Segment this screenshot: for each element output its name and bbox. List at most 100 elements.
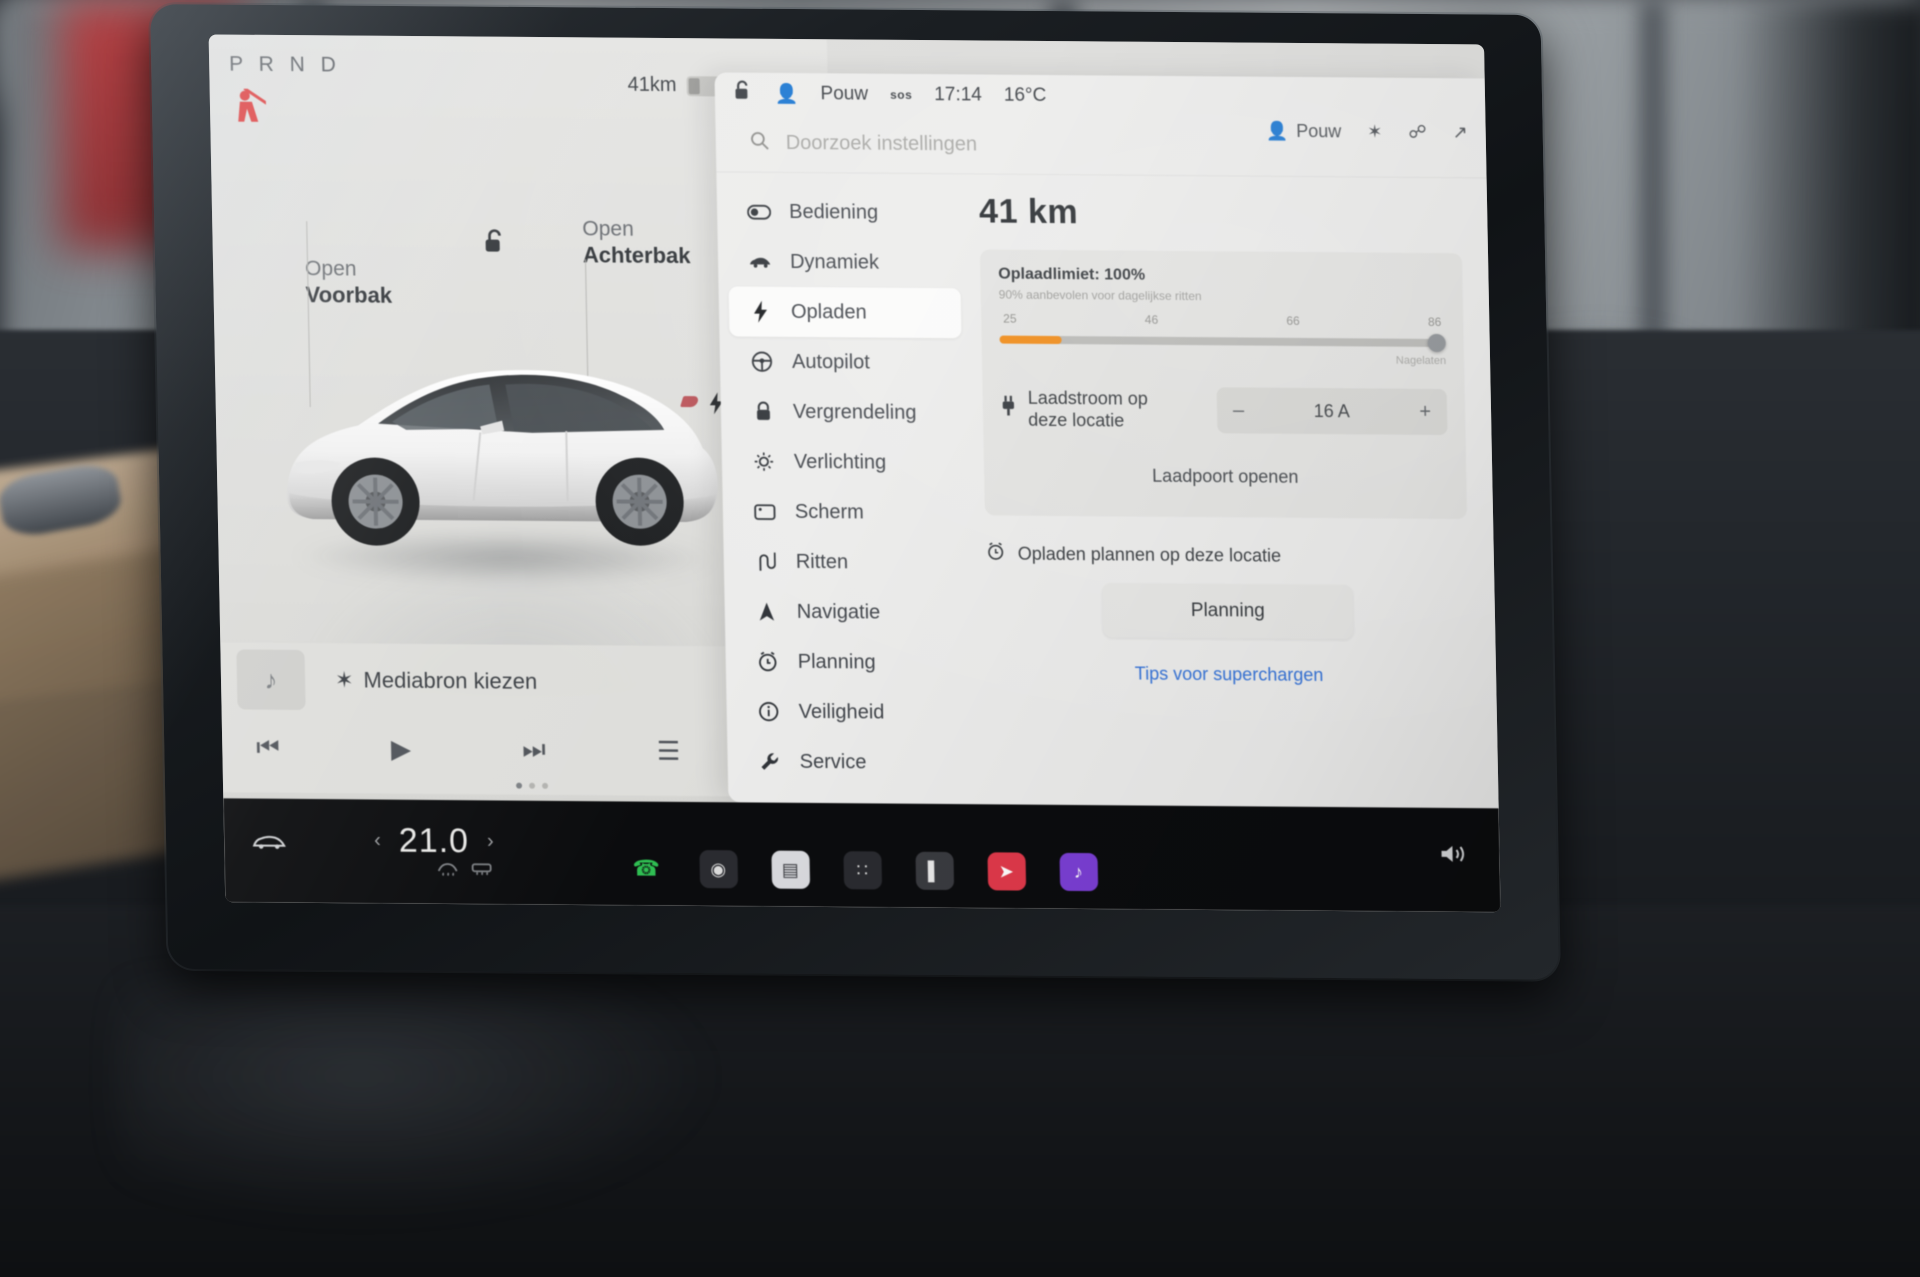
toggle-switch-icon (747, 204, 772, 220)
page-dot (542, 782, 549, 789)
calendar-app-icon[interactable]: ▤ (770, 850, 810, 889)
display-icon (753, 503, 777, 520)
sidebar-label: Bediening (788, 200, 879, 224)
schedule-clock-icon (756, 651, 780, 673)
next-track-icon[interactable]: ⏭ (522, 734, 546, 766)
alarm-clock-icon (985, 541, 1005, 566)
rear-trunk-label[interactable]: Open Achterbak (582, 217, 691, 269)
navigation-app-icon[interactable]: ➤ (986, 852, 1026, 891)
charge-limit-card[interactable]: Oplaadlimiet: 100% 90% aanbevolen voor d… (979, 249, 1468, 520)
sidebar-label: Verlichting (793, 450, 887, 474)
slider-knob[interactable] (1427, 333, 1446, 353)
camera-app-icon[interactable]: ◉ (698, 850, 738, 889)
profile-name[interactable]: Pouw (820, 83, 868, 105)
apps-grid-icon[interactable]: ∷ (842, 851, 882, 890)
sidebar-label: Planning (797, 650, 876, 673)
charge-current-stepper[interactable]: – 16 A + (1216, 387, 1448, 436)
tick-label: 66 (1286, 313, 1300, 328)
gear-indicator: P R N D (228, 52, 342, 77)
sidebar-item-vergrendeling[interactable]: Vergrendeling (730, 386, 963, 438)
dock-app-list[interactable]: ☎ ◉ ▤ ∷ ▌ ➤ ♪ (224, 846, 1500, 894)
play-icon[interactable]: ▶ (391, 733, 412, 764)
media-source-label: Mediabron kiezen (363, 667, 538, 694)
screen-surface[interactable]: P R N D 41km Open Achterbak Open Voorbak… (208, 34, 1501, 913)
tick-label: 25 (1003, 311, 1017, 326)
center-touchscreen[interactable]: P R N D 41km Open Achterbak Open Voorbak… (150, 4, 1559, 980)
settings-nav-list[interactable]: Bediening Dynamiek Opladen Autopilot Ver… (716, 172, 980, 823)
sidebar-item-planning[interactable]: Planning (735, 636, 968, 688)
supercharging-tips-link[interactable]: Tips voor superchargen (988, 662, 1471, 687)
slider-track (999, 335, 1446, 348)
sidebar-label: Autopilot (791, 350, 871, 374)
settings-status-bar: 👤 Pouw sos 17:14 16°C (714, 72, 1485, 120)
toolbar-profile-name: Pouw (1296, 120, 1342, 142)
wifi-icon[interactable]: ↗ (1452, 122, 1468, 143)
sidebar-label: Ritten (795, 550, 849, 573)
bluetooth-icon[interactable]: ✶ (1367, 122, 1383, 143)
person-icon: 👤 (774, 83, 799, 106)
sidebar-item-ritten[interactable]: Ritten (733, 536, 966, 588)
usb-icon[interactable]: ☍ (1408, 122, 1427, 143)
sidebar-item-dynamiek[interactable]: Dynamiek (728, 236, 961, 288)
settings-panel[interactable]: 👤 Pouw sos 17:14 16°C Doorzoek instellin… (714, 72, 1499, 823)
search-input[interactable]: Doorzoek instellingen (786, 132, 978, 156)
previous-track-icon[interactable]: ⏮ (256, 732, 280, 764)
amp-value: 16 A (1313, 400, 1350, 421)
schedule-charging-label: Opladen plannen op deze locatie (1017, 543, 1282, 566)
charge-plug-icon (1001, 395, 1017, 422)
speaker-volume-icon[interactable] (1439, 844, 1465, 869)
cards-app-icon[interactable]: ▌ (914, 851, 954, 891)
media-source-button[interactable]: ✶ Mediabron kiezen (335, 667, 538, 695)
clock: 17:14 (934, 84, 983, 106)
charging-settings-content[interactable]: 41 km Oplaadlimiet: 100% 90% aanbevolen … (968, 174, 1498, 808)
vehicle-illustration[interactable] (255, 277, 792, 699)
open-charge-port-button[interactable]: Laadpoort openen (1002, 452, 1449, 501)
lightning-bolt-icon (749, 300, 773, 323)
planning-button[interactable]: Planning (1102, 583, 1354, 640)
rear-trunk-label-line2: Achterbak (582, 242, 691, 268)
open-padlock-icon[interactable] (482, 229, 507, 260)
sidebar-label: Opladen (790, 300, 867, 324)
tick-label: 46 (1144, 312, 1159, 327)
sidebar-label: Vergrendeling (792, 400, 917, 424)
search-icon (750, 131, 770, 156)
sidebar-item-service[interactable]: Service (737, 736, 970, 788)
sidebar-item-autopilot[interactable]: Autopilot (729, 336, 962, 388)
sidebar-item-bediening[interactable]: Bediening (727, 186, 960, 238)
sidebar-label: Service (799, 750, 867, 773)
bottom-dock[interactable]: ‹ 21.0 › ☎ ◉ ▤ ∷ ▌ ➤ ♪ (223, 798, 1501, 913)
schedule-charging-row[interactable]: Opladen plannen op deze locatie (985, 541, 1468, 570)
settings-toolbar[interactable]: 👤 Pouw ✶ ☍ ↗ (1266, 121, 1468, 144)
steering-wheel-icon (750, 351, 774, 373)
sidebar-item-veiligheid[interactable]: Veiligheid (736, 686, 969, 738)
equalizer-icon[interactable]: ☰ (657, 735, 681, 766)
slider-note: Nagelaten (1395, 354, 1447, 368)
charging-range-value: 41 km (978, 192, 1079, 232)
road-icon (754, 552, 778, 572)
charge-limit-subtitle: 90% aanbevolen voor dagelijkse ritten (998, 287, 1202, 304)
charge-current-row[interactable]: Laadstroom op deze locatie – 16 A + (1000, 386, 1448, 436)
bluetooth-icon: ✶ (334, 667, 354, 693)
seatbelt-warning-icon (232, 87, 271, 129)
lightbulb-icon (752, 451, 776, 473)
toolbar-profile-button[interactable]: 👤 Pouw (1266, 121, 1342, 143)
unlocked-padlock-icon[interactable] (733, 80, 754, 108)
media-app-icon[interactable]: ♪ (1058, 852, 1098, 892)
charge-current-label-text: Laadstroom op deze locatie (1028, 386, 1149, 432)
decrease-amp-button[interactable]: – (1233, 399, 1245, 422)
charge-limit-title: Oplaadlimiet: 100% (998, 265, 1146, 284)
sidebar-label: Navigatie (796, 600, 881, 624)
increase-amp-button[interactable]: + (1419, 400, 1431, 423)
sidebar-label: Dynamiek (789, 250, 880, 274)
sidebar-item-opladen[interactable]: Opladen (728, 286, 962, 339)
sidebar-item-verlichting[interactable]: Verlichting (731, 436, 964, 488)
tick-label: 86 (1427, 314, 1442, 330)
sidebar-item-scherm[interactable]: Scherm (732, 486, 965, 538)
car-side-icon (748, 255, 772, 269)
sos-button[interactable]: sos (890, 88, 912, 102)
slider-orange-segment (999, 335, 1063, 345)
sidebar-item-navigatie[interactable]: Navigatie (734, 586, 967, 638)
page-dot (516, 782, 523, 789)
charge-limit-slider[interactable] (999, 333, 1446, 353)
phone-app-icon[interactable]: ☎ (627, 849, 666, 887)
